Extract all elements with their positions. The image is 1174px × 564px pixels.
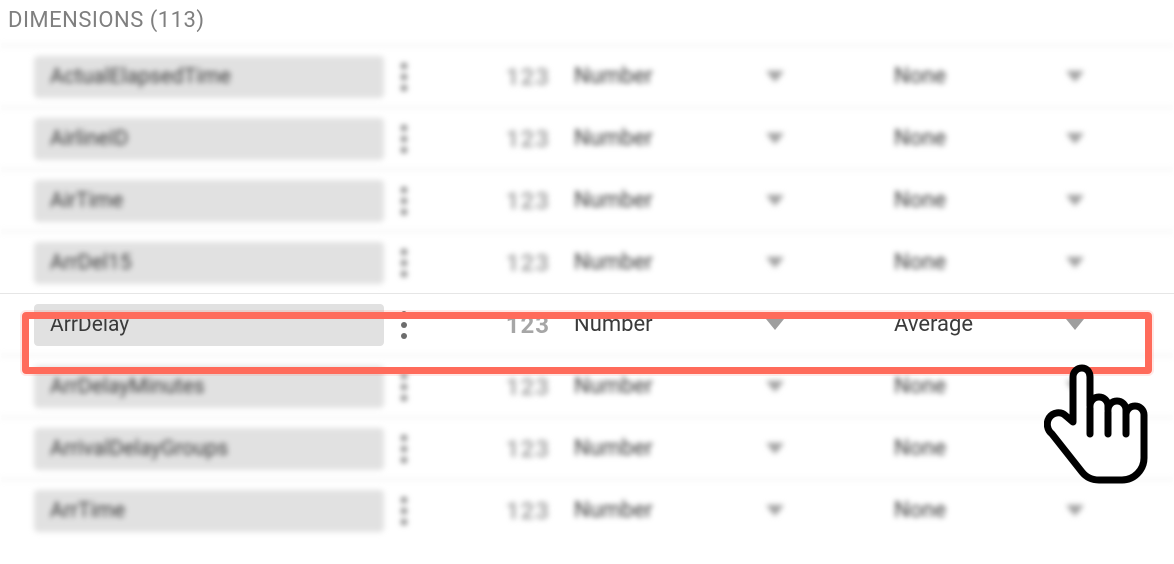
type-select[interactable]: Number: [574, 374, 794, 399]
type-select[interactable]: Number: [574, 188, 794, 213]
type-select[interactable]: Number: [574, 250, 794, 275]
type-badge-123-icon: 123: [424, 187, 574, 215]
aggregation-select-value: None: [894, 126, 946, 151]
type-select[interactable]: Number: [574, 312, 794, 337]
aggregation-select[interactable]: None: [894, 498, 1094, 523]
type-badge-123-icon: 123: [424, 435, 574, 463]
type-select-value: Number: [574, 250, 653, 275]
dimension-name: AirlineID: [50, 127, 128, 151]
dimension-name-chip[interactable]: ActualElapsedTime: [34, 56, 384, 98]
type-badge-123-icon: 123: [424, 311, 574, 339]
aggregation-select-value: Average: [894, 312, 973, 337]
dimension-name: AirTime: [50, 189, 123, 213]
chevron-down-icon: [1066, 505, 1084, 517]
dimension-name: ArrivalDelayGroups: [50, 437, 228, 461]
dimension-row: ArrivalDelayGroups 123Number None: [0, 417, 1174, 479]
dimension-name: ArrDelayMinutes: [50, 375, 205, 399]
kebab-menu-icon[interactable]: [384, 310, 424, 340]
chevron-down-icon: [1066, 257, 1084, 269]
dimension-name-chip[interactable]: ArrDelay: [34, 304, 384, 346]
type-select-value: Number: [574, 498, 653, 523]
dimension-name: ActualElapsedTime: [50, 65, 231, 89]
chevron-down-icon: [1066, 133, 1084, 145]
type-select-value: Number: [574, 374, 653, 399]
type-badge-123-icon: 123: [424, 63, 574, 91]
section-header: DIMENSIONS (113): [0, 0, 1174, 45]
dimension-name: ArrDel15: [50, 251, 132, 275]
dimension-name: ArrTime: [50, 499, 125, 523]
aggregation-select-value: None: [894, 64, 946, 89]
dimension-row: AirlineID 123Number None: [0, 107, 1174, 169]
kebab-menu-icon[interactable]: [384, 124, 424, 154]
aggregation-select[interactable]: Average: [894, 312, 1094, 337]
aggregation-select[interactable]: None: [894, 374, 1094, 399]
chevron-down-icon: [766, 257, 784, 269]
dimension-row: AirTime 123Number None: [0, 169, 1174, 231]
chevron-down-icon: [766, 505, 784, 517]
type-badge-123-icon: 123: [424, 497, 574, 525]
chevron-down-icon: [1066, 195, 1084, 207]
dimension-name-chip[interactable]: ArrivalDelayGroups: [34, 428, 384, 470]
aggregation-select-value: None: [894, 374, 946, 399]
chevron-down-icon: [766, 195, 784, 207]
type-select[interactable]: Number: [574, 436, 794, 461]
type-badge-123-icon: 123: [424, 125, 574, 153]
type-select-value: Number: [574, 188, 653, 213]
dimension-name: ArrDelay: [50, 313, 129, 337]
dimensions-panel: DIMENSIONS (113) ActualElapsedTime123Num…: [0, 0, 1174, 541]
kebab-menu-icon[interactable]: [384, 186, 424, 216]
dimension-row: ArrDelayMinutes 123Number None: [0, 355, 1174, 417]
chevron-down-icon: [766, 443, 784, 455]
type-select[interactable]: Number: [574, 498, 794, 523]
aggregation-select-value: None: [894, 436, 946, 461]
dimension-rows: ActualElapsedTime123NumberNoneAirlineID1…: [0, 45, 1174, 541]
chevron-down-icon: [1066, 443, 1084, 455]
dimension-name-chip[interactable]: ArrDelayMinutes: [34, 366, 384, 408]
aggregation-select-value: None: [894, 250, 946, 275]
type-select[interactable]: Number: [574, 126, 794, 151]
aggregation-select[interactable]: None: [894, 250, 1094, 275]
type-select-value: Number: [574, 312, 653, 337]
dimension-name-chip[interactable]: AirTime: [34, 180, 384, 222]
dimension-row: ArrTime 123Number None: [0, 479, 1174, 541]
type-select-value: Number: [574, 436, 653, 461]
dimension-row: ActualElapsedTime 123Number None: [0, 45, 1174, 107]
chevron-down-icon: [1066, 319, 1084, 331]
chevron-down-icon: [766, 71, 784, 83]
type-badge-123-icon: 123: [424, 249, 574, 277]
aggregation-select[interactable]: None: [894, 126, 1094, 151]
type-select-value: Number: [574, 126, 653, 151]
kebab-menu-icon[interactable]: [384, 496, 424, 526]
type-select[interactable]: Number: [574, 64, 794, 89]
section-count-close: ): [196, 8, 204, 33]
aggregation-select[interactable]: None: [894, 188, 1094, 213]
section-count: 113: [158, 8, 197, 33]
aggregation-select[interactable]: None: [894, 64, 1094, 89]
chevron-down-icon: [766, 381, 784, 393]
type-badge-123-icon: 123: [424, 373, 574, 401]
dimension-name-chip[interactable]: ArrTime: [34, 490, 384, 532]
kebab-menu-icon[interactable]: [384, 372, 424, 402]
section-title: DIMENSIONS: [8, 8, 144, 33]
dimension-name-chip[interactable]: ArrDel15: [34, 242, 384, 284]
aggregation-select-value: None: [894, 188, 946, 213]
chevron-down-icon: [766, 133, 784, 145]
kebab-menu-icon[interactable]: [384, 248, 424, 278]
dimension-name-chip[interactable]: AirlineID: [34, 118, 384, 160]
type-select-value: Number: [574, 64, 653, 89]
chevron-down-icon: [766, 319, 784, 331]
kebab-menu-icon[interactable]: [384, 434, 424, 464]
section-count-open: (: [150, 8, 158, 33]
chevron-down-icon: [1066, 381, 1084, 393]
chevron-down-icon: [1066, 71, 1084, 83]
kebab-menu-icon[interactable]: [384, 62, 424, 92]
aggregation-select[interactable]: None: [894, 436, 1094, 461]
dimension-row: ArrDelay 123Number Average: [0, 293, 1174, 355]
dimension-row: ArrDel15 123Number None: [0, 231, 1174, 293]
aggregation-select-value: None: [894, 498, 946, 523]
